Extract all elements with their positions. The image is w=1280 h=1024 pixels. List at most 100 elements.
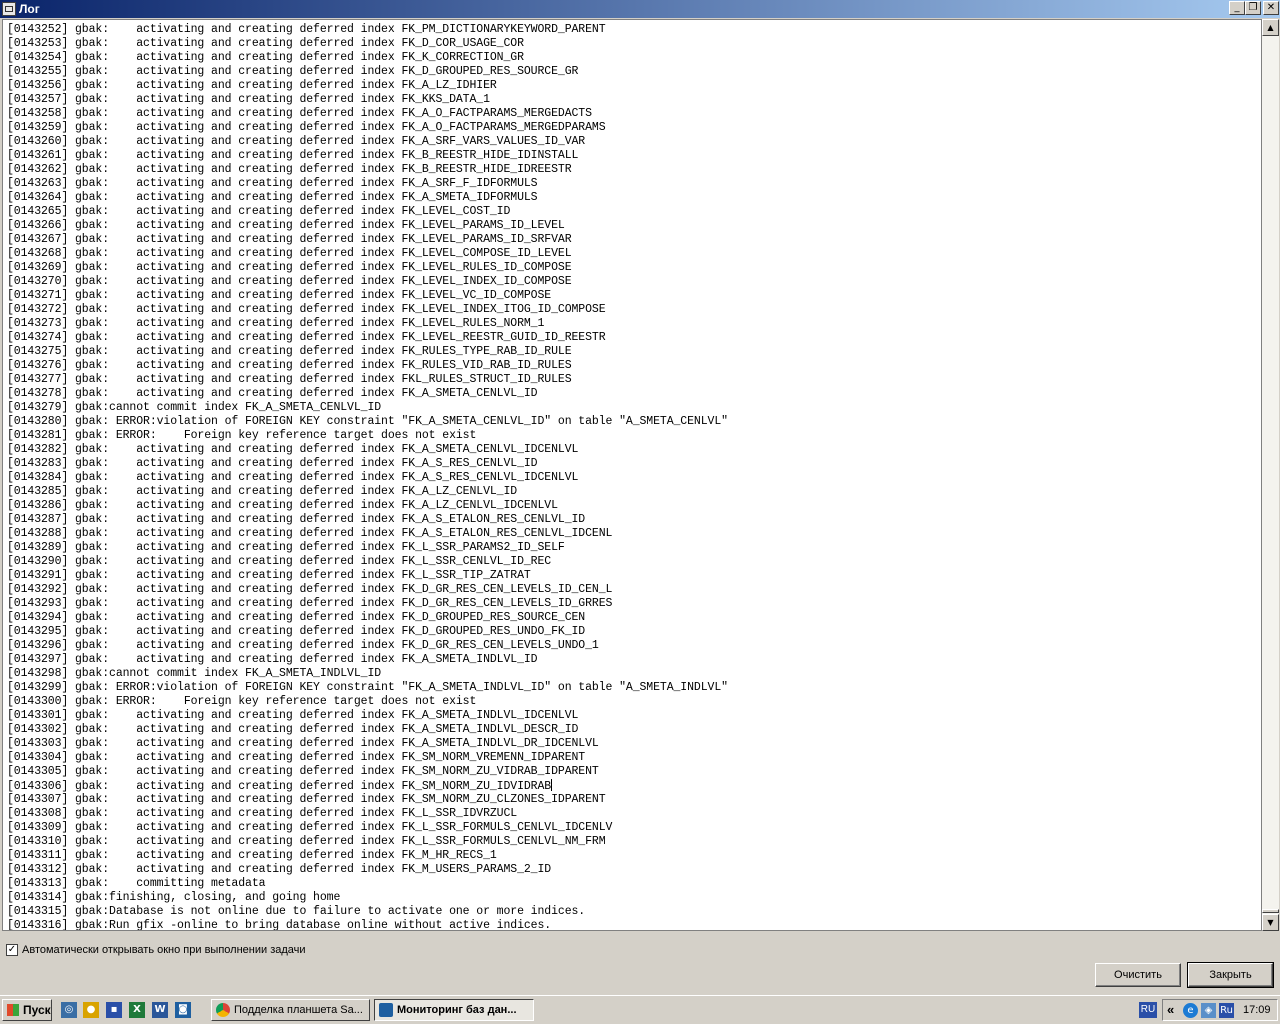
log-line: [0143289] gbak: activating and creating … — [7, 541, 728, 555]
log-line-text: [0143295] gbak: activating and creating … — [7, 625, 586, 638]
log-line-text: [0143262] gbak: activating and creating … — [7, 163, 572, 176]
log-line-text: [0143296] gbak: activating and creating … — [7, 639, 599, 652]
window-title: Лог — [19, 2, 40, 16]
app-icon[interactable]: ◙ — [175, 1002, 191, 1018]
log-line-text: [0143289] gbak: activating and creating … — [7, 541, 565, 554]
word-icon[interactable]: W — [152, 1002, 168, 1018]
log-line: [0143282] gbak: activating and creating … — [7, 443, 728, 457]
language-indicator[interactable]: RU — [1139, 1002, 1157, 1018]
scroll-thumb[interactable] — [1262, 909, 1279, 913]
log-line-text: [0143293] gbak: activating and creating … — [7, 597, 613, 610]
scroll-down-button[interactable]: ▼ — [1262, 914, 1279, 931]
log-line: [0143301] gbak: activating and creating … — [7, 709, 728, 723]
log-line: [0143309] gbak: activating and creating … — [7, 821, 728, 835]
log-line-text: [0143292] gbak: activating and creating … — [7, 583, 613, 596]
excel-icon[interactable]: X — [129, 1002, 145, 1018]
log-line: [0143267] gbak: activating and creating … — [7, 233, 728, 247]
log-line: [0143295] gbak: activating and creating … — [7, 625, 728, 639]
log-line: [0143254] gbak: activating and creating … — [7, 51, 728, 65]
ie-icon[interactable]: e — [1183, 1003, 1198, 1018]
close-window-button[interactable]: ✕ — [1263, 1, 1279, 15]
log-line-text: [0143284] gbak: activating and creating … — [7, 471, 579, 484]
chrome-icon[interactable]: ● — [83, 1002, 99, 1018]
log-line: [0143286] gbak: activating and creating … — [7, 499, 728, 513]
log-line: [0143294] gbak: activating and creating … — [7, 611, 728, 625]
log-line: [0143303] gbak: activating and creating … — [7, 737, 728, 751]
log-line-text: [0143310] gbak: activating and creating … — [7, 835, 606, 848]
log-line: [0143258] gbak: activating and creating … — [7, 107, 728, 121]
network-icon[interactable]: ◈ — [1201, 1003, 1216, 1018]
log-line-text: [0143294] gbak: activating and creating … — [7, 611, 586, 624]
log-line: [0143256] gbak: activating and creating … — [7, 79, 728, 93]
log-line: [0143315] gbak:Database is not online du… — [7, 905, 728, 919]
log-line-text: [0143265] gbak: activating and creating … — [7, 205, 511, 218]
log-line-text: [0143253] gbak: activating and creating … — [7, 37, 524, 50]
log-line: [0143298] gbak:cannot commit index FK_A_… — [7, 667, 728, 681]
log-line-text: [0143305] gbak: activating and creating … — [7, 765, 599, 778]
log-line-text: [0143306] gbak: activating and creating … — [7, 780, 552, 793]
log-line: [0143270] gbak: activating and creating … — [7, 275, 728, 289]
log-line: [0143260] gbak: activating and creating … — [7, 135, 728, 149]
log-line: [0143276] gbak: activating and creating … — [7, 359, 728, 373]
log-line: [0143279] gbak:cannot commit index FK_A_… — [7, 401, 728, 415]
scroll-up-button[interactable]: ▲ — [1262, 19, 1279, 36]
log-line: [0143264] gbak: activating and creating … — [7, 191, 728, 205]
log-line: [0143277] gbak: activating and creating … — [7, 373, 728, 387]
log-line-text: [0143298] gbak:cannot commit index FK_A_… — [7, 667, 382, 680]
log-line: [0143261] gbak: activating and creating … — [7, 149, 728, 163]
log-line: [0143288] gbak: activating and creating … — [7, 527, 728, 541]
log-line: [0143271] gbak: activating and creating … — [7, 289, 728, 303]
log-line-text: [0143281] gbak: ERROR: Foreign key refer… — [7, 429, 477, 442]
log-line-text: [0143267] gbak: activating and creating … — [7, 233, 572, 246]
maximize-button[interactable]: ❐ — [1245, 1, 1261, 15]
minimize-button[interactable]: _ — [1229, 1, 1245, 15]
log-line: [0143292] gbak: activating and creating … — [7, 583, 728, 597]
log-line-text: [0143313] gbak: committing metadata — [7, 877, 266, 890]
text-caret — [551, 779, 553, 791]
close-button[interactable]: Закрыть — [1187, 962, 1274, 988]
log-line: [0143300] gbak: ERROR: Foreign key refer… — [7, 695, 728, 709]
log-line: [0143306] gbak: activating and creating … — [7, 779, 728, 793]
log-line: [0143265] gbak: activating and creating … — [7, 205, 728, 219]
save-icon[interactable]: ▪ — [106, 1002, 122, 1018]
taskbar: Пуск ◎ ● ▪ X W ◙ Подделка планшета Sa... Мони… — [0, 995, 1280, 1024]
log-line-text: [0143275] gbak: activating and creating … — [7, 345, 572, 358]
task-db-monitor[interactable]: Мониторинг баз дан... — [374, 999, 534, 1021]
start-button[interactable]: Пуск — [2, 999, 52, 1021]
log-line-text: [0143286] gbak: activating and creating … — [7, 499, 558, 512]
globe-icon[interactable]: ◎ — [61, 1002, 77, 1018]
auto-open-label[interactable]: Автоматически открывать окно при выполне… — [22, 944, 306, 956]
log-line: [0143272] gbak: activating and creating … — [7, 303, 728, 317]
clear-button[interactable]: Очистить — [1095, 963, 1181, 987]
log-line-text: [0143276] gbak: activating and creating … — [7, 359, 572, 372]
log-line-text: [0143302] gbak: activating and creating … — [7, 723, 579, 736]
window-titlebar[interactable]: Лог _ ❐ ✕ — [0, 0, 1280, 18]
log-line: [0143296] gbak: activating and creating … — [7, 639, 728, 653]
windows-logo-icon — [7, 1004, 19, 1016]
log-line: [0143312] gbak: activating and creating … — [7, 863, 728, 877]
log-line-text: [0143285] gbak: activating and creating … — [7, 485, 518, 498]
log-line-text: [0143255] gbak: activating and creating … — [7, 65, 579, 78]
log-textarea[interactable]: [0143252] gbak: activating and creating … — [2, 19, 1262, 931]
log-line: [0143285] gbak: activating and creating … — [7, 485, 728, 499]
log-line-text: [0143273] gbak: activating and creating … — [7, 317, 545, 330]
log-line: [0143263] gbak: activating and creating … — [7, 177, 728, 191]
tray-expand-icon[interactable]: « — [1167, 1002, 1174, 1017]
log-line-text: [0143269] gbak: activating and creating … — [7, 261, 572, 274]
log-line-text: [0143309] gbak: activating and creating … — [7, 821, 613, 834]
log-line-text: [0143300] gbak: ERROR: Foreign key refer… — [7, 695, 477, 708]
log-scrollbar[interactable]: ▲ ▼ — [1262, 19, 1279, 931]
log-line-text: [0143266] gbak: activating and creating … — [7, 219, 565, 232]
keyboard-lang-icon[interactable]: Ru — [1219, 1003, 1234, 1018]
log-line-text: [0143287] gbak: activating and creating … — [7, 513, 586, 526]
log-line-text: [0143297] gbak: activating and creating … — [7, 653, 538, 666]
log-line-text: [0143278] gbak: activating and creating … — [7, 387, 538, 400]
log-line-text: [0143288] gbak: activating and creating … — [7, 527, 613, 540]
task-browser[interactable]: Подделка планшета Sa... — [211, 999, 370, 1021]
app-window-icon[interactable] — [2, 2, 16, 16]
log-line: [0143299] gbak: ERROR:violation of FOREI… — [7, 681, 728, 695]
log-line-text: [0143308] gbak: activating and creating … — [7, 807, 518, 820]
log-line-text: [0143282] gbak: activating and creating … — [7, 443, 579, 456]
auto-open-checkbox[interactable]: ✓ — [6, 944, 18, 956]
clock[interactable]: 17:09 — [1243, 1004, 1271, 1016]
